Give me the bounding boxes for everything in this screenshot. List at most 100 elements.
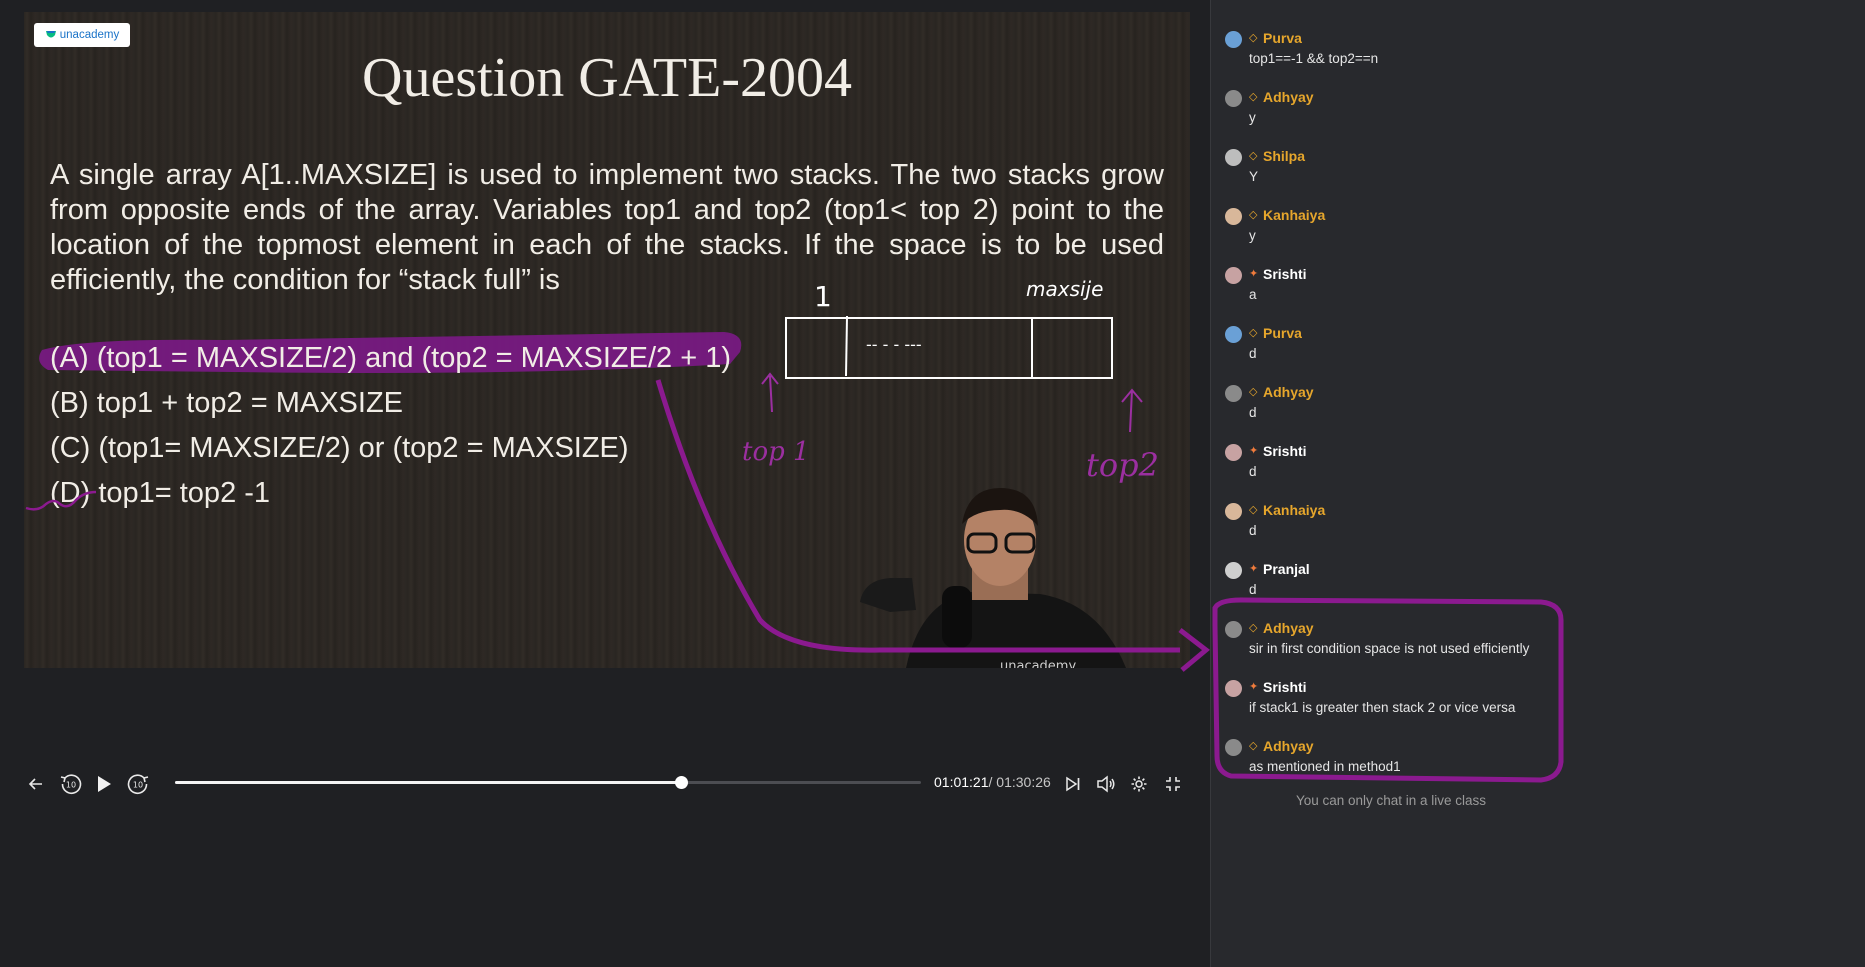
chat-message: ◇ Purva d [1211,321,1861,375]
chat-username: Adhyay [1263,384,1314,400]
chat-username: Srishti [1263,443,1307,459]
chat-text: a [1249,287,1257,302]
chat-message: ◇ Kanhaiya d [1211,498,1861,552]
volume-button[interactable] [1093,760,1119,808]
chat-message: ◇ Adhyay y [1211,85,1861,139]
exit-fullscreen-icon [1166,777,1180,791]
progress-bar[interactable] [175,776,921,789]
user-avatar [1225,739,1242,756]
chat-message: ✦ Srishti if stack1 is greater then stack … [1211,675,1861,729]
chat-username: Srishti [1263,679,1307,695]
plus-diamond-icon: ◇ [1249,740,1258,752]
chat-text: y [1249,110,1256,125]
presenter-figure: unacademy [860,488,1126,668]
presenter-shirt-logo: unacademy [1000,659,1076,668]
chat-username: Shilpa [1263,148,1306,164]
chat-text: sir in first condition space is not used… [1249,641,1530,656]
total-time: / 01:30:26 [988,774,1051,790]
chat-text: d [1249,346,1257,361]
chat-text: d [1249,405,1257,420]
chat-text: y [1249,228,1256,243]
chat-username: Adhyay [1263,89,1314,105]
user-avatar [1225,562,1242,579]
current-time: 01:01:21 [934,774,989,790]
top1-label: top 1 [742,437,810,467]
plus-diamond-icon: ◇ [1249,622,1258,634]
user-avatar [1225,385,1242,402]
chat-username: Purva [1263,325,1302,341]
user-avatar [1225,267,1242,284]
chat-text: Y [1249,169,1259,184]
playback-controls: 10 10 01:01:21/ 01:30:26 [0,760,1210,810]
top2-label: top2 [1086,446,1159,484]
plus-diamond-icon: ◇ [1249,150,1258,162]
user-avatar [1225,31,1242,48]
iconic-sparkle-icon: ✦ [1249,268,1259,280]
iconic-sparkle-icon: ✦ [1249,681,1259,693]
forward-10-button[interactable]: 10 [123,760,153,808]
chat-username: Kanhaiya [1263,207,1326,223]
plus-diamond-icon: ◇ [1249,504,1258,516]
iconic-sparkle-icon: ✦ [1249,563,1259,575]
user-avatar [1225,680,1242,697]
arrow-left-icon [28,778,42,790]
play-icon [98,776,111,792]
chat-message: ◇ Purva top1==-1 && top2==n [1211,26,1861,80]
chat-message: ◇ Adhyay d [1211,380,1861,434]
chat-text: if stack1 is greater then stack 2 or vic… [1249,700,1516,715]
rewind-icon: 10 [60,774,82,795]
skip-next-button[interactable] [1060,760,1086,808]
chat-text: d [1249,464,1257,479]
play-button[interactable] [90,760,118,808]
option-d-tick [25,490,97,511]
chat-message: ◇ Adhyay as mentioned in method1 [1211,734,1861,788]
exit-fullscreen-button[interactable] [1160,760,1186,808]
lecture-slide: unacademy Question GATE-2004 A single ar… [24,12,1190,668]
chat-username: Kanhaiya [1263,502,1326,518]
video-player[interactable]: unacademy Question GATE-2004 A single ar… [0,0,1210,967]
user-avatar [1225,149,1242,166]
rewind-10-button[interactable]: 10 [56,760,86,808]
gear-icon [1131,776,1147,792]
chat-disabled-notice: You can only chat in a live class [1295,793,1487,808]
chat-username: Pranjal [1263,561,1310,577]
plus-diamond-icon: ◇ [1249,386,1258,398]
array-dashes: -- - - --- [866,335,922,354]
user-avatar [1225,503,1242,520]
progress-fill [175,781,681,784]
forward-icon: 10 [127,774,149,795]
chat-text: d [1249,582,1257,597]
chat-username: Adhyay [1263,738,1314,754]
chat-text: as mentioned in method1 [1249,759,1401,774]
back-button[interactable] [22,760,50,808]
settings-button[interactable] [1126,760,1152,808]
user-avatar [1225,621,1242,638]
volume-icon [1097,775,1115,793]
user-avatar [1225,208,1242,225]
svg-text:10: 10 [133,781,143,790]
progress-knob[interactable] [674,776,688,789]
index-one-label: 1 [814,280,832,313]
chat-message: ◇ Kanhaiya y [1211,203,1861,257]
time-display: 01:01:21/ 01:30:26 [934,774,1051,790]
chat-message: ✦ Srishti a [1211,262,1861,316]
user-avatar [1225,90,1242,107]
chat-panel: ◇ Purva top1==-1 && top2==n ◇ Adhyay y ◇ Shilpa… [1210,0,1865,967]
chat-message: ◇ Adhyay sir in first condition space is n… [1211,616,1861,670]
chat-username: Purva [1263,30,1302,46]
user-avatar [1225,326,1242,343]
plus-diamond-icon: ◇ [1249,91,1258,103]
user-avatar [1225,444,1242,461]
presenter-webcam: unacademy [850,482,1150,668]
svg-text:10: 10 [66,781,76,790]
chat-message: ✦ Pranjal d [1211,557,1861,611]
iconic-sparkle-icon: ✦ [1249,445,1259,457]
array-diagram [785,317,1113,379]
plus-diamond-icon: ◇ [1249,327,1258,339]
chat-text: top1==-1 && top2==n [1249,51,1379,66]
skip-next-icon [1066,776,1080,792]
plus-diamond-icon: ◇ [1249,209,1258,221]
chat-text: d [1249,523,1257,538]
chat-username: Srishti [1263,266,1307,282]
plus-diamond-icon: ◇ [1249,32,1258,44]
